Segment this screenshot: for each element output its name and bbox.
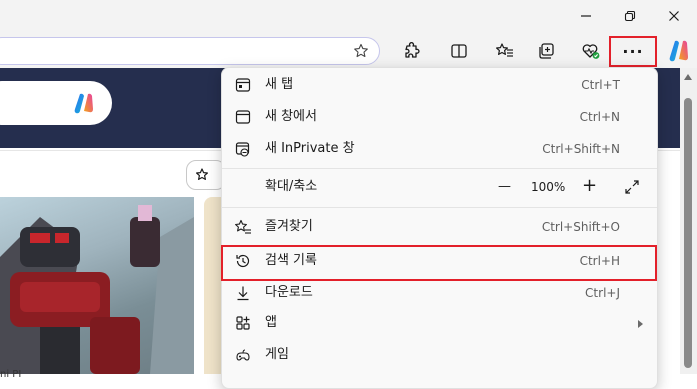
menu-item-label: 새 InPrivate 창 [265,141,355,156]
menu-item-games[interactable]: 게임 [222,339,657,371]
menu-item-new-tab[interactable]: 새 탭 Ctrl+T [222,69,657,101]
menu-item-shortcut: Ctrl+Shift+O [541,220,620,234]
heart-pulse-icon [582,44,600,59]
settings-and-more-menu: 새 탭 Ctrl+T 새 창에서 Ctrl+N 새 InPrivate 창 Ct… [221,67,658,389]
restore-button[interactable] [616,3,644,29]
scroll-up-icon[interactable] [684,74,692,80]
collections-icon [539,43,554,59]
games-icon [234,346,252,364]
browser-toolbar: ··· [0,34,697,68]
fullscreen-icon[interactable] [624,179,640,199]
copilot-icon[interactable] [72,91,96,119]
zoom-level: 100% [531,180,566,194]
page-search-box[interactable] [0,81,112,125]
menu-item-zoom: 확대/축소 — 100% + [222,171,657,203]
restore-icon [624,10,636,22]
menu-item-apps[interactable]: 앱 [222,307,657,339]
menu-item-label: 앱 [265,315,277,330]
robot-image [0,205,194,374]
menu-item-label: 새 창에서 [265,109,317,124]
news-card-image-2[interactable] [204,197,222,374]
collections-button[interactable] [532,38,562,64]
more-icon: ··· [622,42,644,61]
menu-item-downloads[interactable]: 다운로드 Ctrl+J [222,277,657,309]
favorites-pill-button[interactable] [186,160,226,190]
star-outline-icon[interactable] [353,43,369,63]
minimize-icon [581,15,591,17]
menu-item-label: 확대/축소 [265,179,318,194]
puzzle-icon [405,42,420,58]
minimize-button[interactable] [572,3,600,29]
menu-item-new-window[interactable]: 새 창에서 Ctrl+N [222,101,657,133]
menu-separator [222,207,657,208]
zoom-in-button[interactable]: + [582,170,597,202]
favorites-button[interactable] [490,38,520,64]
copilot-icon [669,40,688,62]
apps-icon [234,314,252,332]
browser-essentials-button[interactable] [576,38,606,64]
menu-item-label: 즐겨찾기 [265,219,313,234]
new-window-icon [234,108,252,126]
address-bar[interactable] [0,37,380,65]
close-icon [669,11,679,21]
menu-item-label: 새 탭 [265,77,294,92]
zoom-out-button[interactable]: — [498,171,511,203]
history-highlight-box [221,245,657,281]
split-screen-button[interactable] [444,38,474,64]
copilot-button[interactable] [666,38,692,64]
download-icon [234,284,252,302]
menu-item-shortcut: Ctrl+N [579,110,620,124]
settings-and-more-button[interactable]: ··· [609,36,657,67]
title-bar [0,0,697,34]
star-plus-icon [196,168,208,180]
inprivate-icon [234,140,252,158]
menu-item-favorites[interactable]: 즐겨찾기 Ctrl+Shift+O [222,211,657,243]
close-window-button[interactable] [660,3,688,29]
menu-item-new-inprivate-window[interactable]: 새 InPrivate 창 Ctrl+Shift+N [222,133,657,165]
page-scrollbar[interactable] [680,68,697,374]
card-caption: ni PI [0,369,22,380]
favorites-list-icon [496,43,513,57]
menu-item-label: 다운로드 [265,285,313,300]
extensions-button[interactable] [396,38,426,64]
new-tab-icon [234,76,252,94]
chevron-right-icon [638,320,643,328]
menu-item-label: 게임 [265,347,289,362]
scroll-thumb[interactable] [684,98,692,368]
favorites-star-icon [234,218,252,236]
menu-item-shortcut: Ctrl+J [585,286,620,300]
menu-item-shortcut: Ctrl+Shift+N [542,142,620,156]
menu-separator [222,168,657,169]
news-card-image[interactable] [0,197,194,374]
split-screen-icon [451,44,467,58]
menu-item-shortcut: Ctrl+T [581,78,620,92]
